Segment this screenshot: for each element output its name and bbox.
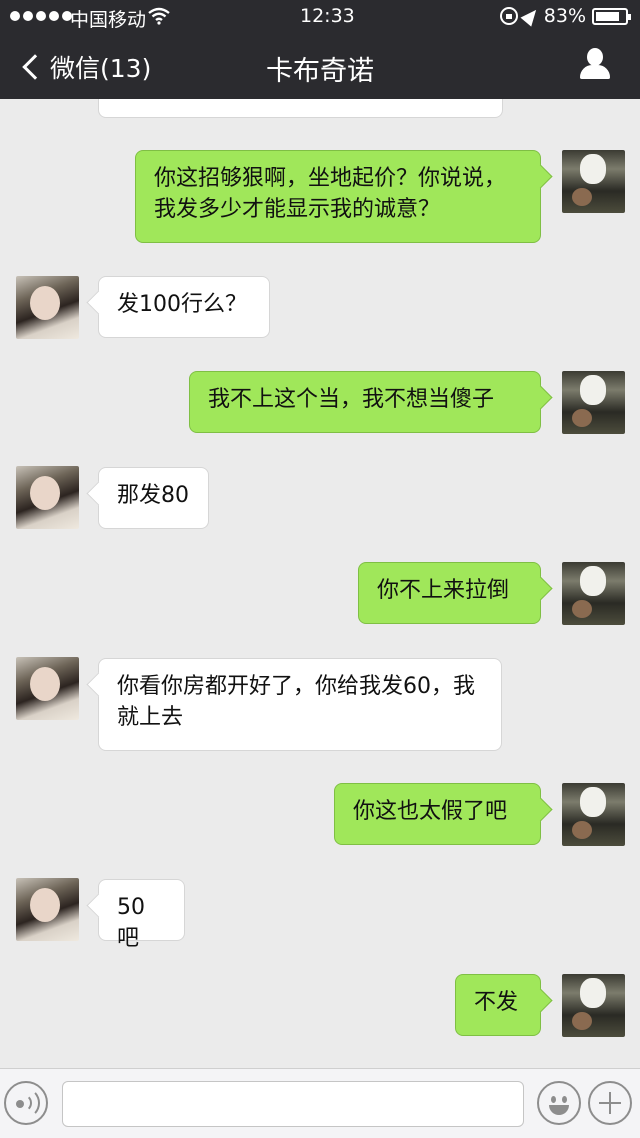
message-bubble-in[interactable]: 你看你房都开好了，你给我发60，我就上去 — [98, 658, 502, 751]
avatar-contact[interactable] — [16, 276, 79, 339]
message-bubble-out[interactable]: 我不上这个当，我不想当傻子 — [189, 371, 541, 433]
avatar-self[interactable] — [562, 974, 625, 1037]
avatar-self[interactable] — [562, 150, 625, 213]
avatar-contact[interactable] — [16, 466, 79, 529]
wifi-icon — [148, 7, 170, 30]
clock: 12:33 — [300, 5, 355, 27]
battery-icon — [592, 7, 631, 25]
message-bubble-in[interactable]: 50吧 — [98, 879, 185, 951]
header: 中国移动 12:33 83% 微信(13) 卡布奇诺 — [0, 0, 640, 99]
location-arrow-icon — [520, 5, 542, 27]
plus-icon[interactable] — [588, 1081, 632, 1125]
message-bubble-out[interactable]: 你这招够狠啊，坐地起价？你说说，我发多少才能显示我的诚意？ — [135, 150, 541, 243]
message-bubble-in[interactable]: 发100行么？ — [98, 276, 270, 338]
chat-list[interactable]: 你这招够狠啊，坐地起价？你说说，我发多少才能显示我的诚意？ 发100行么？ 我不… — [0, 99, 640, 1068]
carrier-label: 中国移动 — [70, 9, 147, 31]
rotation-lock-icon — [499, 7, 518, 25]
avatar-contact[interactable] — [16, 657, 79, 720]
voice-icon[interactable] — [4, 1081, 48, 1125]
message-bubble-partial[interactable] — [98, 99, 503, 118]
message-bubble-out[interactable]: 你这也太假了吧 — [334, 783, 541, 845]
avatar-self[interactable] — [562, 562, 625, 625]
page-title: 卡布奇诺 — [266, 56, 374, 87]
status-right: 83% — [499, 5, 631, 27]
nav-bar: 微信(13) 卡布奇诺 — [0, 34, 640, 99]
battery-fill — [596, 11, 620, 21]
message-input[interactable] — [62, 1081, 524, 1127]
message-bubble-in[interactable]: 那发80 — [98, 467, 209, 529]
avatar-contact[interactable] — [16, 878, 79, 941]
message-bubble-out[interactable]: 不发 — [455, 974, 541, 1036]
avatar-self[interactable] — [562, 783, 625, 846]
emoji-icon[interactable] — [537, 1081, 581, 1125]
status-bar: 中国移动 12:33 83% — [0, 0, 640, 34]
signal-dots-icon — [10, 11, 72, 21]
input-bar — [0, 1068, 640, 1138]
battery-percent: 83% — [543, 5, 586, 27]
avatar-self[interactable] — [562, 371, 625, 434]
profile-icon[interactable] — [580, 48, 610, 80]
message-bubble-out[interactable]: 你不上来拉倒 — [358, 562, 541, 624]
